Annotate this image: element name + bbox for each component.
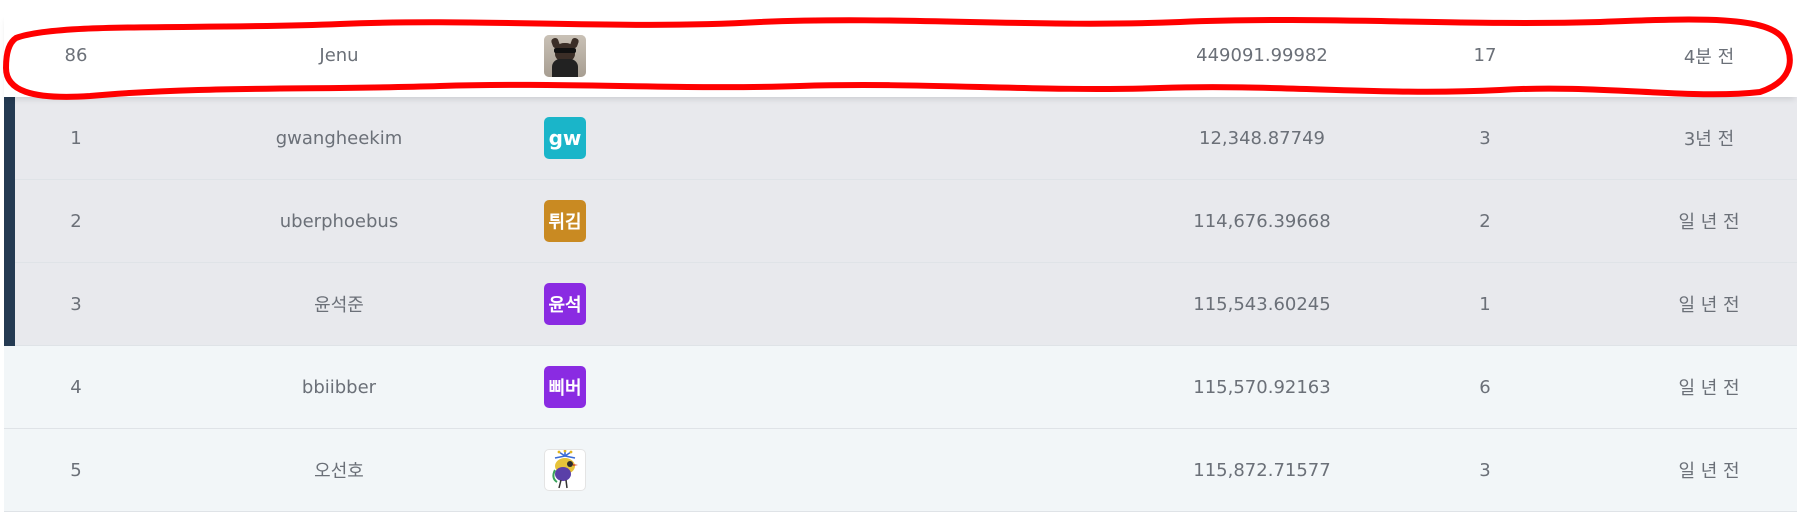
submission-count-cell: 2 — [1479, 210, 1491, 232]
score-cell: 12,348.87749 — [1199, 127, 1325, 149]
score-cell: 115,872.71577 — [1193, 459, 1331, 481]
last-submitted-cell: 3년 전 — [1683, 129, 1735, 150]
table-row[interactable]: 5 오선호 115,872.71577 3 일 년 전 — [4, 429, 1797, 512]
score-cell: 114,676.39668 — [1193, 210, 1331, 232]
initials-avatar: 삐버 — [544, 366, 586, 408]
username-cell: bbiibber — [301, 376, 377, 398]
username-cell: 윤석준 — [314, 295, 364, 316]
last-submitted-cell: 일 년 전 — [1678, 378, 1740, 399]
leaderboard-table: 86 Jenu 449091.99982 17 4분 전 1 gwangheek… — [0, 0, 1797, 514]
score-cell: 115,543.60245 — [1193, 293, 1331, 315]
submission-count-cell: 1 — [1479, 293, 1491, 315]
score-cell: 449091.99982 — [1196, 45, 1328, 66]
username-cell: gwangheekim — [275, 127, 403, 149]
last-submitted-cell: 4분 전 — [1683, 46, 1735, 68]
rank-cell: 2 — [70, 210, 82, 232]
table-row[interactable]: 3 윤석준 윤석 115,543.60245 1 일 년 전 — [4, 263, 1797, 346]
dog-with-sunglasses-photo-icon — [544, 34, 586, 77]
rank-cell: 5 — [70, 459, 82, 481]
rank-cell: 1 — [70, 127, 82, 149]
submission-count-cell: 3 — [1479, 127, 1491, 149]
rank-cell: 86 — [64, 45, 88, 66]
score-cell: 115,570.92163 — [1193, 376, 1331, 398]
avatar-cell: 삐버 — [540, 346, 590, 428]
rank-cell: 4 — [70, 376, 82, 398]
username-cell: uberphoebus — [279, 210, 399, 232]
table-row[interactable]: 2 uberphoebus 튀김 114,676.39668 2 일 년 전 — [4, 180, 1797, 263]
last-submitted-cell: 일 년 전 — [1678, 212, 1740, 233]
avatar-cell: gw — [540, 97, 590, 179]
table-row[interactable]: 4 bbiibber 삐버 115,570.92163 6 일 년 전 — [4, 346, 1797, 429]
submission-count-cell: 3 — [1479, 459, 1491, 481]
avatar-cell — [540, 429, 590, 511]
username-cell: 오선호 — [314, 461, 364, 482]
avatar-cell — [540, 14, 590, 97]
last-submitted-cell: 일 년 전 — [1678, 461, 1740, 482]
username-cell: Jenu — [319, 45, 359, 66]
initials-avatar: 튀김 — [544, 200, 586, 242]
avatar-cell: 튀김 — [540, 180, 590, 262]
initials-avatar: gw — [544, 117, 586, 159]
table-row[interactable]: 1 gwangheekim gw 12,348.87749 3 3년 전 — [4, 97, 1797, 180]
initials-avatar: 윤석 — [544, 283, 586, 325]
avatar-cell: 윤석 — [540, 263, 590, 345]
peacock-illustration-icon — [544, 449, 586, 491]
submission-count-cell: 6 — [1479, 376, 1491, 398]
current-user-row[interactable]: 86 Jenu 449091.99982 17 4분 전 — [4, 14, 1797, 97]
rank-cell: 3 — [70, 293, 82, 315]
submission-count-cell: 17 — [1473, 45, 1497, 66]
last-submitted-cell: 일 년 전 — [1678, 295, 1740, 316]
